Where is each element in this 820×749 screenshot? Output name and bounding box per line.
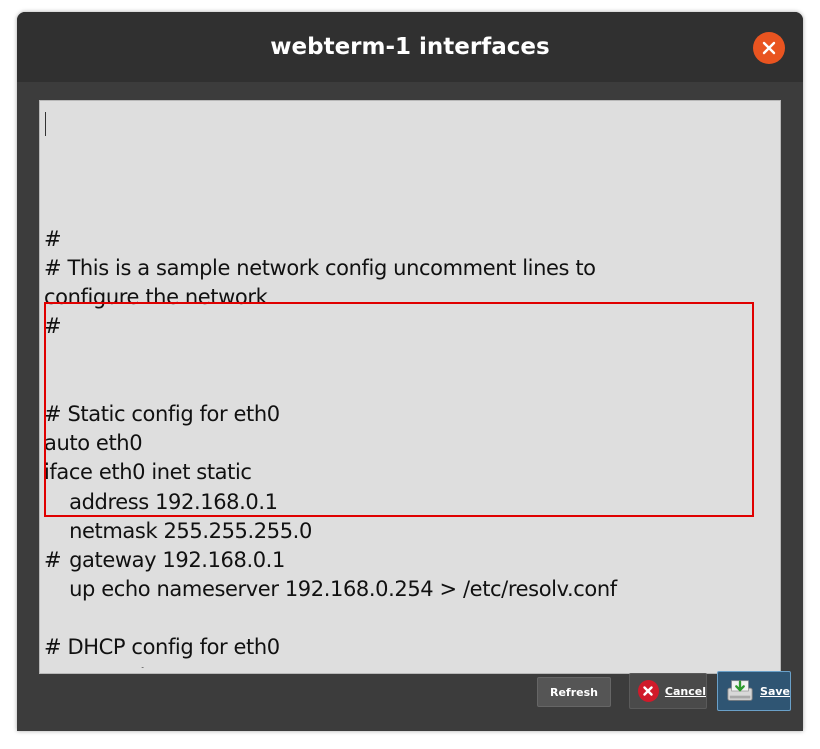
save-button[interactable]: Save xyxy=(717,671,791,711)
cancel-icon xyxy=(638,680,659,702)
title-bar[interactable]: webterm-1 interfaces xyxy=(17,12,803,82)
config-line: # This is a sample network config uncomm… xyxy=(44,256,596,280)
config-line: netmask 255.255.255.0 xyxy=(44,518,312,543)
config-line: # DHCP config for eth0 xyxy=(44,635,280,660)
save-button-label: Save xyxy=(760,684,790,698)
refresh-button[interactable]: Refresh xyxy=(537,677,611,707)
interfaces-dialog: webterm-1 interfaces # # This is a sample… xyxy=(17,12,803,731)
text-cursor xyxy=(45,112,46,136)
config-text-area[interactable]: # # This is a sample network config uncom… xyxy=(44,108,776,668)
close-button[interactable] xyxy=(753,32,785,64)
save-icon xyxy=(727,680,753,701)
config-line: # auto eth0 xyxy=(44,663,776,668)
config-line xyxy=(44,604,776,633)
config-line: # xyxy=(44,226,62,251)
cancel-button-label: Cancel xyxy=(664,684,706,698)
config-line: up echo nameserver 192.168.0.254 > /etc/… xyxy=(44,577,617,602)
config-editor[interactable]: # # This is a sample network config uncom… xyxy=(39,100,781,674)
refresh-button-label: Refresh xyxy=(550,685,598,699)
cancel-button[interactable]: Cancel xyxy=(629,673,707,709)
config-line: # gateway 192.168.0.1 xyxy=(44,547,285,572)
static-config-highlight xyxy=(44,302,754,517)
close-icon xyxy=(762,41,776,55)
dialog-title: webterm-1 interfaces xyxy=(270,34,550,60)
